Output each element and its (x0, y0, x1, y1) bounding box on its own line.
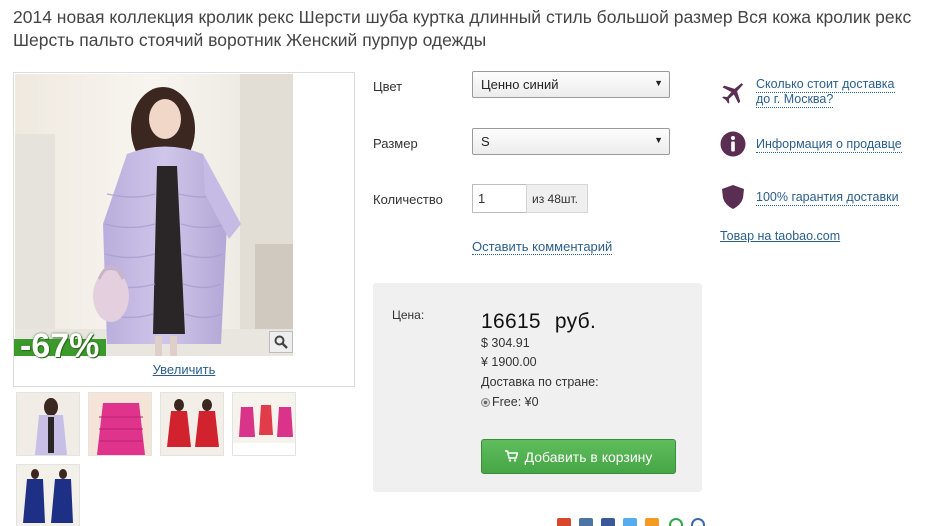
leave-comment-link[interactable]: Оставить комментарий (472, 240, 613, 255)
seller-info-link[interactable]: Информация о продавце (756, 137, 902, 153)
product-title: 2014 новая коллекция кролик рекс Шерсти … (13, 7, 912, 50)
share-icon[interactable] (691, 518, 705, 526)
price-rub-currency: руб. (554, 310, 597, 333)
chevron-down-icon: ▼ (654, 135, 663, 145)
price-label: Цена: (392, 308, 425, 322)
main-image-box: -67% Увеличить (13, 72, 355, 387)
price-usd: $ 304.91 (481, 336, 530, 350)
color-label: Цвет (373, 79, 403, 94)
thumbnail-3[interactable] (160, 392, 224, 456)
size-select[interactable]: S ▼ (472, 128, 670, 155)
thumbnail-4[interactable] (232, 392, 296, 456)
size-select-value: S (481, 134, 490, 149)
thumbnail-2[interactable] (88, 392, 152, 456)
chevron-down-icon: ▼ (654, 78, 663, 88)
main-product-image[interactable] (15, 74, 293, 356)
color-select[interactable]: Ценно синий ▼ (472, 71, 670, 98)
quantity-label: Количество (373, 192, 443, 207)
thumbnail-5[interactable] (16, 464, 80, 526)
airplane-icon (720, 79, 746, 105)
price-rub-value: 16615 (481, 310, 541, 333)
thumbnail-1[interactable] (16, 392, 80, 456)
share-icon[interactable] (557, 518, 571, 526)
zoom-icon[interactable] (269, 331, 293, 353)
share-icon[interactable] (601, 518, 615, 526)
share-icon[interactable] (645, 518, 659, 526)
color-select-value: Ценно синий (481, 77, 559, 92)
price-cny: ¥ 1900.00 (481, 355, 537, 369)
cart-icon (504, 449, 519, 465)
share-icon[interactable] (579, 518, 593, 526)
size-label: Размер (373, 136, 418, 151)
share-icon[interactable] (669, 518, 683, 526)
share-icon[interactable] (623, 518, 637, 526)
shipping-option-label: Free: ¥0 (492, 395, 539, 409)
taobao-link[interactable]: Товар на taobao.com (720, 229, 840, 243)
shipping-option[interactable]: Free: ¥0 (481, 395, 539, 409)
add-to-cart-button[interactable]: Добавить в корзину (481, 439, 676, 474)
info-icon (720, 131, 746, 157)
price-panel: Цена: 16615 руб. $ 304.91 ¥ 1900.00 Доста… (373, 283, 702, 492)
guarantee-link[interactable]: 100% гарантия доставки (756, 190, 899, 206)
shipping-radio[interactable] (481, 398, 490, 407)
add-to-cart-label: Добавить в корзину (524, 448, 653, 465)
delivery-cost-link-line1[interactable]: Сколько стоит доставка (756, 77, 895, 93)
enlarge-link[interactable]: Увеличить (14, 362, 354, 377)
shield-icon (720, 184, 746, 210)
stock-count: из 48шт. (526, 184, 588, 213)
shipping-label: Доставка по стране: (481, 375, 599, 389)
discount-badge: -67% (20, 327, 100, 365)
delivery-cost-link-line2[interactable]: до г. Москва? (756, 92, 834, 108)
quantity-input[interactable]: 1 (472, 184, 527, 213)
price-rub: 16615 руб. (481, 310, 596, 334)
